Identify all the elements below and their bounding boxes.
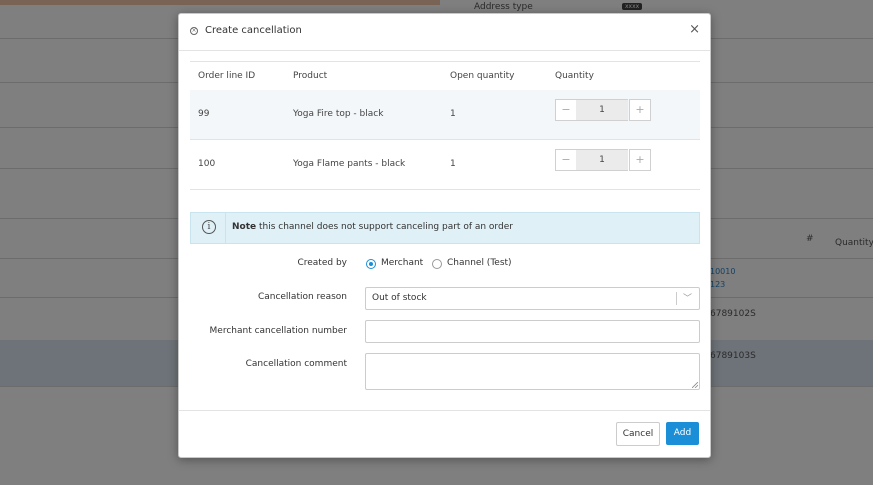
quantity-stepper: − 1 + xyxy=(555,99,651,121)
select-separator xyxy=(676,292,677,305)
note-text: Note this channel does not support cance… xyxy=(232,222,513,232)
quantity-input[interactable]: 1 xyxy=(576,149,628,171)
create-cancellation-dialog: × Create cancellation × Order line ID Pr… xyxy=(178,13,711,458)
table-header: Order line ID Product Open quantity Quan… xyxy=(190,61,700,91)
decrement-button[interactable]: − xyxy=(555,149,577,171)
table-row: 100 Yoga Flame pants - black 1 − 1 + xyxy=(190,140,700,190)
note-message: this channel does not support canceling … xyxy=(256,222,513,232)
cancel-circle-icon: × xyxy=(190,27,198,35)
close-icon[interactable]: × xyxy=(689,23,700,37)
radio-channel[interactable] xyxy=(432,259,442,269)
increment-button[interactable]: + xyxy=(629,99,651,121)
cancel-button[interactable]: Cancel xyxy=(616,422,660,446)
merchant-cancellation-number-label: Merchant cancellation number xyxy=(209,326,347,336)
cancellation-reason-value: Out of stock xyxy=(372,293,427,303)
product-name: Yoga Fire top - black xyxy=(293,109,384,119)
dialog-header: × Create cancellation × xyxy=(179,14,710,51)
open-quantity: 1 xyxy=(450,109,456,119)
table-row: 99 Yoga Fire top - black 1 − 1 + xyxy=(190,90,700,140)
chevron-down-icon[interactable]: ﹀ xyxy=(683,291,692,304)
column-header-quantity: Quantity xyxy=(555,71,594,81)
order-line-id: 100 xyxy=(198,159,216,169)
column-header-order-line-id: Order line ID xyxy=(198,71,256,81)
quantity-input[interactable]: 1 xyxy=(576,99,628,121)
product-name: Yoga Flame pants - black xyxy=(293,159,406,169)
cancellation-reason-select[interactable]: Out of stock ﹀ xyxy=(365,287,700,310)
created-by-label: Created by xyxy=(297,258,347,268)
add-button[interactable]: Add xyxy=(666,422,699,445)
column-header-product: Product xyxy=(293,71,328,81)
radio-channel-label[interactable]: Channel (Test) xyxy=(447,258,512,268)
partial-cancel-note: i Note this channel does not support can… xyxy=(190,212,700,244)
info-icon: i xyxy=(202,220,216,234)
increment-button[interactable]: + xyxy=(629,149,651,171)
decrement-button[interactable]: − xyxy=(555,99,577,121)
dialog-footer-divider xyxy=(179,410,710,411)
dialog-title: Create cancellation xyxy=(205,25,302,36)
cancellation-reason-label: Cancellation reason xyxy=(257,292,347,302)
cancellation-comment-textarea[interactable] xyxy=(365,353,700,390)
resize-handle-icon[interactable] xyxy=(692,382,698,388)
note-label: Note xyxy=(232,222,257,232)
open-quantity: 1 xyxy=(450,159,456,169)
merchant-cancellation-number-input[interactable] xyxy=(365,320,700,343)
order-line-id: 99 xyxy=(198,109,210,119)
quantity-stepper: − 1 + xyxy=(555,149,651,171)
cancellation-comment-label: Cancellation comment xyxy=(245,359,347,369)
column-header-open-quantity: Open quantity xyxy=(450,71,515,81)
note-divider xyxy=(225,213,226,243)
radio-merchant-label[interactable]: Merchant xyxy=(381,258,423,268)
radio-merchant[interactable] xyxy=(366,259,376,269)
